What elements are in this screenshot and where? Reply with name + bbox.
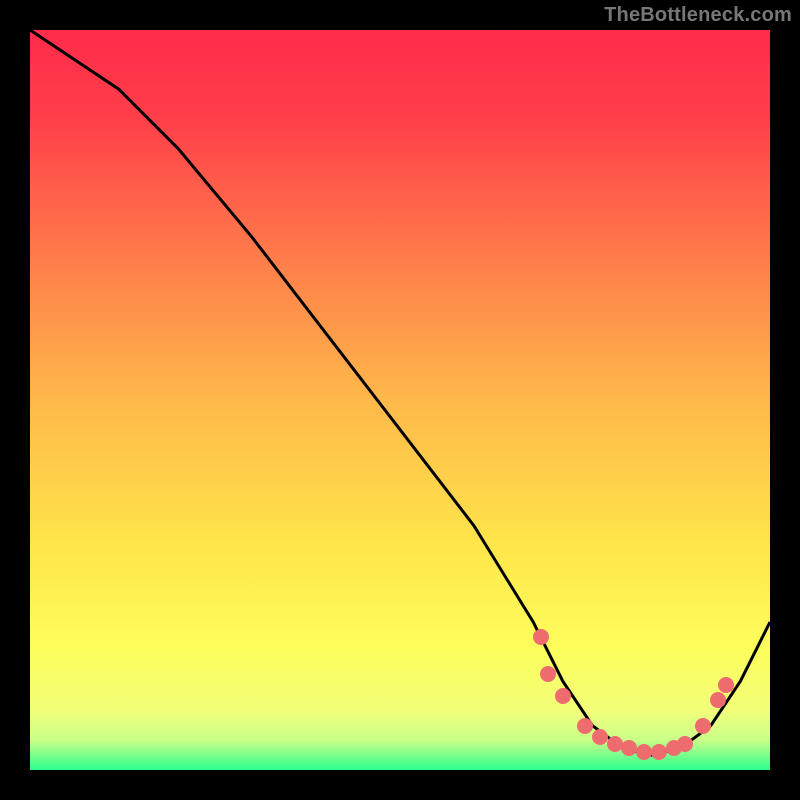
marker-dot <box>695 718 711 734</box>
curve-layer <box>30 30 770 770</box>
marker-dot <box>533 629 549 645</box>
chart-frame: TheBottleneck.com <box>0 0 800 800</box>
marker-dot <box>555 688 571 704</box>
marker-dot <box>718 677 734 693</box>
marker-dot <box>592 729 608 745</box>
marker-dot <box>651 744 667 760</box>
marker-dot <box>677 736 693 752</box>
marker-dot <box>710 692 726 708</box>
marker-dot <box>540 666 556 682</box>
plot-area <box>30 30 770 770</box>
curve-path <box>30 30 770 755</box>
marker-dot <box>607 736 623 752</box>
watermark-text: TheBottleneck.com <box>604 4 792 27</box>
marker-dot <box>636 744 652 760</box>
marker-dot <box>577 718 593 734</box>
